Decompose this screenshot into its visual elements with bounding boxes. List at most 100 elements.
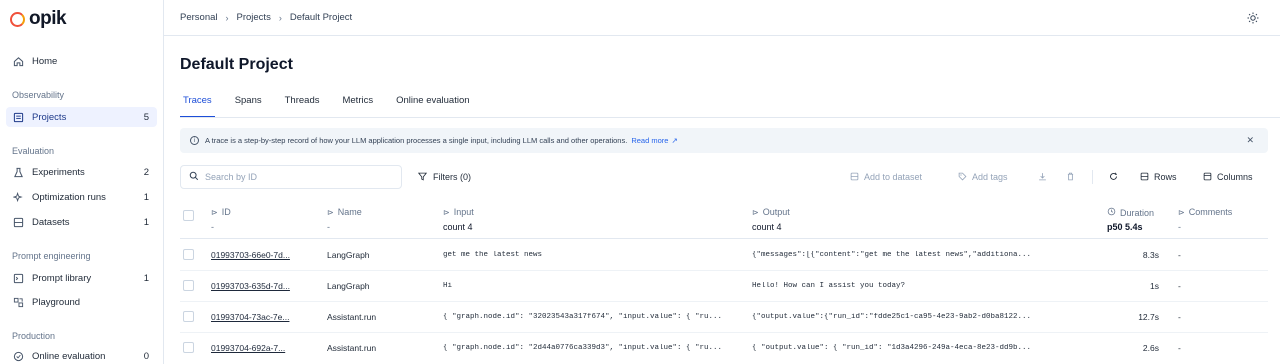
download-button[interactable] [1038,165,1047,189]
column-type-icon: ⊳ [443,207,450,217]
sidebar-item-label: Projects [32,111,67,123]
page-title: Default Project [180,56,293,73]
search-box [180,165,402,189]
row-checkbox[interactable] [183,280,194,291]
read-more-link[interactable]: Read more [631,136,668,145]
projects-icon [12,111,24,123]
opik-logo-icon [10,11,25,27]
search-input[interactable] [205,172,385,182]
columns-button[interactable]: Columns [1203,165,1253,189]
columns-label: Columns [1217,172,1253,182]
add-to-dataset-button[interactable]: Add to dataset [850,165,922,189]
column-header-label: Input [453,207,474,217]
trace-comments: - [1178,250,1181,260]
breadcrumb-personal[interactable]: Personal [180,12,218,23]
rows-icon [1140,172,1149,183]
tab-traces[interactable]: Traces [180,92,215,118]
sidebar-item-label: Home [32,55,58,67]
trace-duration: 8.3s [1142,250,1159,260]
column-subheader-id: - [211,222,214,232]
column-header-input[interactable]: ⊳ Input [443,207,474,217]
sidebar-item-prompt-library[interactable]: Prompt library 1 [6,268,157,288]
home-icon [12,55,24,67]
trace-id-link[interactable]: 01993704-692a-7... [211,343,321,353]
refresh-icon [1109,172,1118,183]
tab-online-evaluation[interactable]: Online evaluation [393,92,472,118]
sidebar-item-home[interactable]: Home [6,51,157,71]
trace-id-link[interactable]: 01993704-73ac-7e... [211,312,321,322]
column-subheader-duration[interactable]: p50 5.4s [1107,222,1143,232]
section-observability: Observability [12,90,65,100]
column-header-id[interactable]: ⊳ ID [211,207,231,217]
column-header-label: Duration [1120,207,1155,218]
row-divider [180,301,1268,302]
column-subheader-name: - [327,222,330,232]
rows-button[interactable]: Rows [1140,165,1177,189]
section-prompt-engineering: Prompt engineering [12,251,91,261]
tabs-divider [180,117,1280,118]
refresh-button[interactable] [1109,165,1118,189]
column-header-comments[interactable]: ⊳ Comments [1178,207,1232,217]
tab-spans[interactable]: Spans [232,92,265,118]
trace-comments: - [1178,343,1181,353]
trace-input: Hi [443,282,453,290]
table-header-divider [180,238,1268,239]
trace-duration: 2.6s [1142,343,1159,353]
column-header-output[interactable]: ⊳ Output [752,207,790,217]
section-production: Production [12,331,56,341]
rows-label: Rows [1154,172,1177,182]
info-icon: i [190,136,199,145]
delete-button[interactable] [1066,165,1075,189]
trace-comments: - [1178,281,1181,291]
row-checkbox[interactable] [183,342,194,353]
column-type-icon: ⊳ [752,207,759,217]
section-evaluation: Evaluation [12,146,55,156]
select-all-checkbox[interactable] [183,210,194,221]
trace-id-link[interactable]: 01993703-635d-7d... [211,281,321,291]
sidebar-item-label: Playground [32,296,81,308]
experiments-count: 2 [143,166,149,178]
breadcrumb-projects[interactable]: Projects [237,12,271,23]
column-header-duration[interactable]: Duration [1107,207,1154,218]
breadcrumb-current: Default Project [289,12,353,23]
close-icon[interactable]: ✕ [1246,135,1254,146]
sparkles-icon [12,191,24,203]
tab-metrics[interactable]: Metrics [339,92,376,118]
column-subheader-comments: - [1178,222,1181,232]
sidebar-item-label: Optimization runs [32,191,106,203]
sidebar-item-playground[interactable]: Playground [6,292,157,312]
column-type-icon: ⊳ [1178,207,1185,217]
prompt-library-count: 1 [143,272,149,284]
tab-threads[interactable]: Threads [282,92,323,118]
column-type-icon: ⊳ [327,207,334,217]
sidebar-item-optimization-runs[interactable]: Optimization runs 1 [6,187,157,207]
trace-name: Assistant.run [327,343,377,353]
chevron-right-icon: › [225,12,229,23]
sidebar-item-datasets[interactable]: Datasets 1 [6,212,157,232]
theme-toggle-sun-icon[interactable] [1246,11,1260,25]
filter-icon [417,172,428,183]
sidebar-item-projects[interactable]: Projects 5 [6,107,157,127]
column-subheader-input: count 4 [443,222,473,232]
trace-id-link[interactable]: 01993703-66e0-7d... [211,250,321,260]
filters-button[interactable]: Filters (0) [410,165,479,189]
row-checkbox[interactable] [183,249,194,260]
search-icon [189,171,199,184]
projects-count: 5 [143,111,149,123]
column-subheader-output: count 4 [752,222,782,232]
optimization-runs-count: 1 [143,191,149,203]
trace-output: Hello! How can I assist you today? [752,282,906,290]
banner-text: A trace is a step-by-step record of how … [205,136,628,145]
column-header-label: ID [221,207,231,217]
logo[interactable]: opik [10,8,67,30]
sidebar-item-online-evaluation[interactable]: Online evaluation 0 [6,346,157,364]
column-header-name[interactable]: ⊳ Name [327,207,362,217]
add-to-dataset-label: Add to dataset [864,172,923,182]
sidebar-item-experiments[interactable]: Experiments 2 [6,162,157,182]
row-divider [180,270,1268,271]
add-tags-button[interactable]: Add tags [958,165,1008,189]
online-evaluation-count: 0 [143,350,149,362]
columns-icon [1203,172,1212,183]
row-checkbox[interactable] [183,311,194,322]
online-evaluation-icon [12,350,24,362]
